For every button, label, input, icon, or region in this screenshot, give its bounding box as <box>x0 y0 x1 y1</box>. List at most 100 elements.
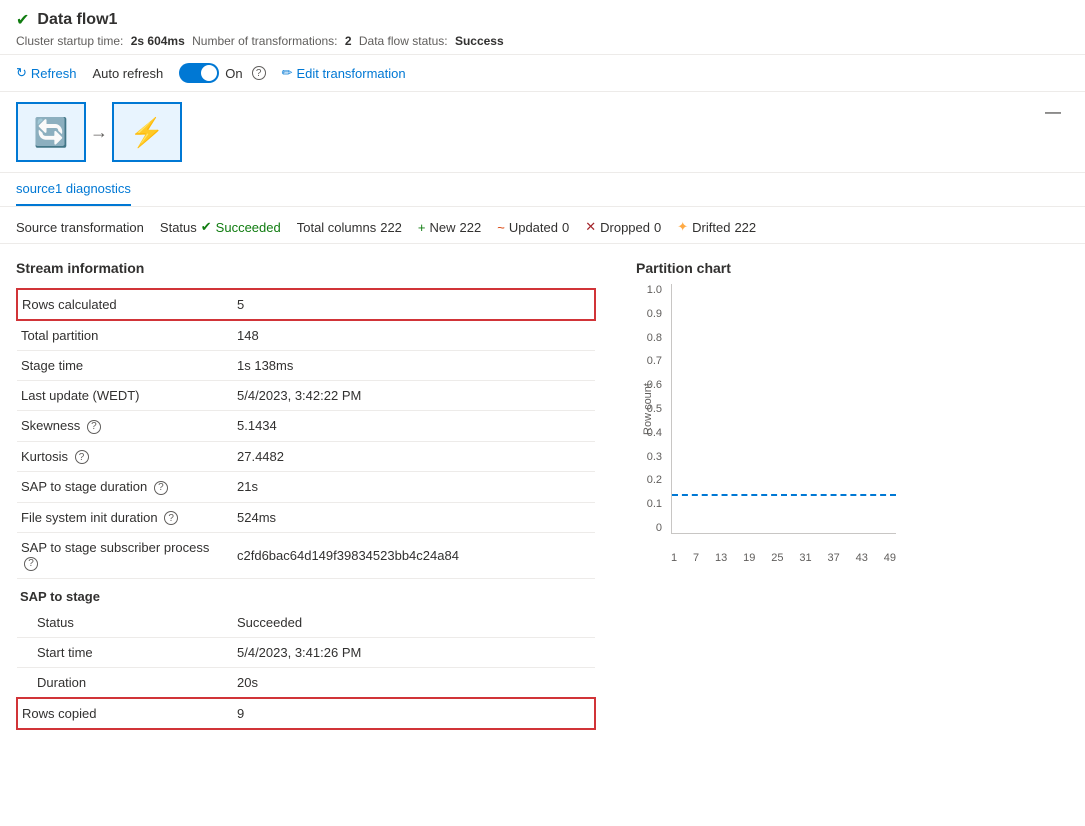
cluster-label: Cluster startup time: <box>16 34 123 48</box>
fs-init-value: 524ms <box>217 502 595 533</box>
refresh-icon: ↻ <box>16 65 27 81</box>
total-columns-item: Total columns 222 <box>297 220 402 235</box>
toggle-on-label: On <box>225 66 242 81</box>
toolbar: ↻ Refresh Auto refresh On ? ✏ Edit trans… <box>0 55 1085 92</box>
y-label-08: 0.8 <box>647 332 662 344</box>
last-update-value: 5/4/2023, 3:42:22 PM <box>217 381 595 411</box>
stream-info-title: Stream information <box>16 260 596 276</box>
tab-section: source1 diagnostics <box>0 173 1085 207</box>
sap-status-label: Status <box>17 608 217 638</box>
edit-transformation-button[interactable]: ✏ Edit transformation <box>282 65 406 81</box>
kurtosis-value: 27.4482 <box>217 441 595 472</box>
status-label: Data flow status: <box>359 34 448 48</box>
status-bar: Source transformation Status ✔ Succeeded… <box>0 207 1085 244</box>
x-label-37: 37 <box>828 552 840 564</box>
sap-status-row: Status Succeeded <box>17 608 595 638</box>
subscriber-help-icon[interactable]: ? <box>24 557 38 571</box>
sap-stage-duration-row: SAP to stage duration ? 21s <box>17 472 595 503</box>
stage-time-value: 1s 138ms <box>217 351 595 381</box>
fs-init-row: File system init duration ? 524ms <box>17 502 595 533</box>
chart-plot-area: Row count <box>671 284 896 534</box>
stream-info-table: Rows calculated 5 Total partition 148 St… <box>16 288 596 579</box>
fs-help-icon[interactable]: ? <box>164 511 178 525</box>
chart-title: Partition chart <box>636 260 1069 276</box>
y-axis-label: Row count <box>642 383 654 435</box>
sap-subscriber-value: c2fd6bac64d149f39834523bb4c24a84 <box>217 533 595 579</box>
chart-section: Partition chart 1.0 0.9 0.8 0.7 0.6 0.5 … <box>636 260 1069 730</box>
status-succeeded: Succeeded <box>216 220 281 235</box>
y-label-03: 0.3 <box>647 451 662 463</box>
target-node-icon: ⚡ <box>130 116 165 149</box>
sap-subscriber-label: SAP to stage subscriber process ? <box>17 533 217 579</box>
stage-time-row: Stage time 1s 138ms <box>17 351 595 381</box>
kurtosis-label: Kurtosis ? <box>17 441 217 472</box>
sap-stage-duration-label: SAP to stage duration ? <box>17 472 217 503</box>
y-label-02: 0.2 <box>647 474 662 486</box>
x-icon: ✕ <box>585 219 596 235</box>
dashed-line <box>672 494 896 496</box>
chart-x-axis: 1 7 13 19 25 31 37 43 49 <box>671 552 896 564</box>
last-update-label: Last update (WEDT) <box>17 381 217 411</box>
success-icon: ✔ <box>16 10 29 30</box>
title-row: ✔ Data flow1 <box>16 10 1069 30</box>
rows-calculated-value: 5 <box>217 289 595 320</box>
sap-start-row: Start time 5/4/2023, 3:41:26 PM <box>17 637 595 667</box>
y-label-01: 0.1 <box>647 498 662 510</box>
plus-icon: + <box>418 220 426 235</box>
sap-duration-help-icon[interactable]: ? <box>154 481 168 495</box>
last-update-row: Last update (WEDT) 5/4/2023, 3:42:22 PM <box>17 381 595 411</box>
tab-source-diagnostics[interactable]: source1 diagnostics <box>16 173 131 206</box>
kurtosis-row: Kurtosis ? 27.4482 <box>17 441 595 472</box>
tilde-icon: ~ <box>497 220 505 235</box>
new-item: + New 222 <box>418 220 481 235</box>
updated-item: ~ Updated 0 <box>497 220 569 235</box>
stage-time-label: Stage time <box>17 351 217 381</box>
toggle-track[interactable] <box>179 63 219 83</box>
rows-calculated-label: Rows calculated <box>17 289 217 320</box>
status-item: Status ✔ Succeeded <box>160 219 281 235</box>
sap-section-label: SAP to stage <box>16 579 596 608</box>
status-value: Success <box>455 34 504 48</box>
source-node[interactable]: 🔄 <box>16 102 86 162</box>
page-title: Data flow1 <box>37 11 117 29</box>
diagram-area: 🔄 → ⚡ — <box>0 92 1085 173</box>
dropped-item: ✕ Dropped 0 <box>585 219 661 235</box>
y-label-07: 0.7 <box>647 355 662 367</box>
skewness-help-icon[interactable]: ? <box>87 420 101 434</box>
toggle-info-icon[interactable]: ? <box>252 66 266 80</box>
minimize-button[interactable]: — <box>1037 102 1069 124</box>
stream-section: Stream information Rows calculated 5 Tot… <box>16 260 596 730</box>
check-icon: ✔ <box>201 219 212 235</box>
y-label-00: 0 <box>656 522 662 534</box>
top-bar: ✔ Data flow1 Cluster startup time: 2s 60… <box>0 0 1085 55</box>
rows-copied-row: Rows copied 9 <box>17 698 595 729</box>
kurtosis-help-icon[interactable]: ? <box>75 450 89 464</box>
auto-refresh-toggle[interactable]: On ? <box>179 63 265 83</box>
x-label-1: 1 <box>671 552 677 564</box>
auto-refresh-label: Auto refresh <box>92 66 163 81</box>
sap-duration-label: Duration <box>17 667 217 698</box>
sap-start-label: Start time <box>17 637 217 667</box>
cluster-value: 2s 604ms <box>131 34 185 48</box>
skewness-label: Skewness ? <box>17 411 217 442</box>
refresh-button[interactable]: ↻ Refresh <box>16 65 76 81</box>
drifted-item: ✦ Drifted 222 <box>677 219 756 235</box>
sap-subscriber-row: SAP to stage subscriber process ? c2fd6b… <box>17 533 595 579</box>
rows-calculated-row: Rows calculated 5 <box>17 289 595 320</box>
source-node-icon: 🔄 <box>34 116 69 149</box>
arrow-connector: → <box>90 122 108 143</box>
y-label-09: 0.9 <box>647 308 662 320</box>
sap-duration-value: 20s <box>217 667 595 698</box>
rows-copied-value: 9 <box>217 698 595 729</box>
sap-duration-row: Duration 20s <box>17 667 595 698</box>
chart-container: 1.0 0.9 0.8 0.7 0.6 0.5 0.4 0.3 0.2 0.1 … <box>636 284 896 564</box>
total-partition-label: Total partition <box>17 320 217 351</box>
sap-table: Status Succeeded Start time 5/4/2023, 3:… <box>16 608 596 730</box>
transformations-label: Number of transformations: <box>192 34 337 48</box>
skewness-row: Skewness ? 5.1434 <box>17 411 595 442</box>
x-label-25: 25 <box>771 552 783 564</box>
transformations-value: 2 <box>345 34 352 48</box>
target-node[interactable]: ⚡ <box>112 102 182 162</box>
x-label-13: 13 <box>715 552 727 564</box>
x-label-31: 31 <box>799 552 811 564</box>
